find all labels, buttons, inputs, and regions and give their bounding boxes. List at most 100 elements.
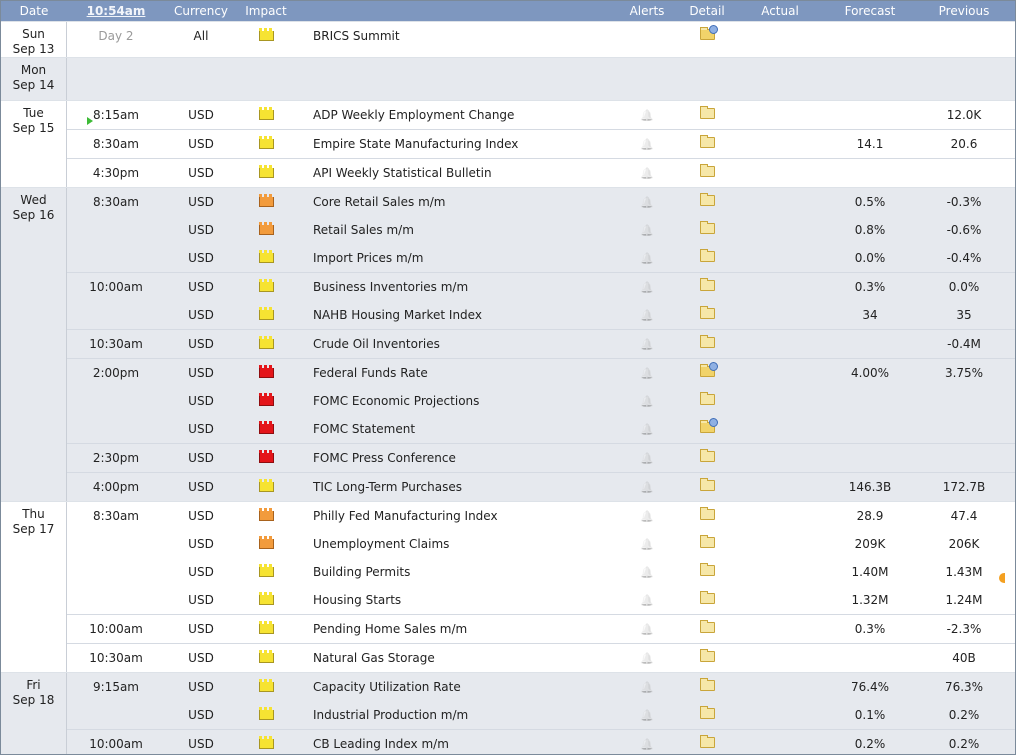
bell-icon[interactable]: 🔔 [640,511,654,522]
bell-icon[interactable]: 🔔 [640,368,654,379]
table-row[interactable]: 10:30am USD Natural Gas Storage 🔔 40B [67,643,1015,672]
folder-icon[interactable] [699,193,715,209]
folder-icon[interactable] [699,449,715,465]
folder-icon[interactable] [699,678,715,694]
impact-medium-icon[interactable] [258,222,274,235]
impact-medium-icon[interactable] [258,194,274,207]
folder-icon[interactable] [699,563,715,579]
event-title[interactable]: Empire State Manufacturing Index [295,137,615,151]
folder-icon[interactable] [699,706,715,722]
bell-icon[interactable]: 🔔 [640,710,654,721]
impact-low-icon[interactable] [258,279,274,292]
table-row[interactable]: USD FOMC Economic Projections 🔔 [67,387,1015,415]
folder-icon[interactable] [699,306,715,322]
event-title[interactable]: Retail Sales m/m [295,223,615,237]
folder-icon[interactable] [699,535,715,551]
revised-indicator-icon[interactable] [999,573,1005,583]
impact-high-icon[interactable] [258,365,274,378]
table-row[interactable]: USD NAHB Housing Market Index 🔔 34 35 [67,301,1015,329]
bell-icon[interactable]: 🔔 [640,539,654,550]
folder-icon[interactable] [699,335,715,351]
table-row[interactable]: 9:15am USD Capacity Utilization Rate 🔔 76.4%… [67,673,1015,701]
event-title[interactable]: BRICS Summit [295,29,615,43]
event-title[interactable]: Philly Fed Manufacturing Index [295,509,615,523]
folder-icon[interactable] [699,478,715,494]
impact-low-icon[interactable] [258,107,274,120]
table-row[interactable]: USD Building Permits 🔔 1.40M 1.43M [67,558,1015,586]
event-title[interactable]: TIC Long-Term Purchases [295,480,615,494]
bell-icon[interactable]: 🔔 [640,110,654,121]
bell-icon[interactable]: 🔔 [640,168,654,179]
event-title[interactable]: Unemployment Claims [295,537,615,551]
bell-icon[interactable]: 🔔 [640,253,654,264]
event-title[interactable]: ADP Weekly Employment Change [295,108,615,122]
bell-icon[interactable]: 🔔 [640,739,654,750]
table-row[interactable]: USD FOMC Statement 🔔 [67,415,1015,443]
folder-icon[interactable] [699,164,715,180]
impact-high-icon[interactable] [258,393,274,406]
table-row[interactable]: 8:15am USD ADP Weekly Employment Change 🔔 12… [67,101,1015,129]
table-row[interactable]: USD Industrial Production m/m 🔔 0.1% 0.2% [67,701,1015,729]
folder-icon[interactable] [699,278,715,294]
bell-icon[interactable]: 🔔 [640,567,654,578]
header-current-time[interactable]: 10:54am [67,4,165,18]
impact-low-icon[interactable] [258,650,274,663]
table-row[interactable]: USD Unemployment Claims 🔔 209K 206K [67,530,1015,558]
detail-link-icon[interactable] [699,25,718,43]
bell-icon[interactable]: 🔔 [640,310,654,321]
folder-icon[interactable] [699,620,715,636]
impact-low-icon[interactable] [258,479,274,492]
table-row[interactable]: 2:00pm USD Federal Funds Rate 🔔 4.00% 3.75% [67,358,1015,387]
folder-icon[interactable] [699,221,715,237]
event-title[interactable]: API Weekly Statistical Bulletin [295,166,615,180]
folder-icon[interactable] [699,106,715,122]
event-title[interactable]: FOMC Press Conference [295,451,615,465]
bell-icon[interactable]: 🔔 [640,396,654,407]
event-title[interactable]: Core Retail Sales m/m [295,195,615,209]
table-row[interactable]: 4:30pm USD API Weekly Statistical Bulletin… [67,158,1015,187]
table-row[interactable]: USD Retail Sales m/m 🔔 0.8% -0.6% [67,216,1015,244]
impact-high-icon[interactable] [258,450,274,463]
event-title[interactable]: Pending Home Sales m/m [295,622,615,636]
impact-medium-icon[interactable] [258,508,274,521]
impact-low-icon[interactable] [258,28,274,41]
bell-icon[interactable]: 🔔 [640,653,654,664]
table-row[interactable]: 4:00pm USD TIC Long-Term Purchases 🔔 146.3B 1… [67,472,1015,501]
impact-high-icon[interactable] [258,421,274,434]
folder-icon[interactable] [699,135,715,151]
event-title[interactable]: Crude Oil Inventories [295,337,615,351]
event-title[interactable]: Capacity Utilization Rate [295,680,615,694]
table-row[interactable]: 8:30am USD Philly Fed Manufacturing Index 🔔… [67,502,1015,530]
event-title[interactable]: Building Permits [295,565,615,579]
bell-icon[interactable]: 🔔 [640,453,654,464]
table-row[interactable]: 8:30am USD Core Retail Sales m/m 🔔 0.5% -0.3% [67,188,1015,216]
bell-icon[interactable]: 🔔 [640,624,654,635]
event-title[interactable]: Business Inventories m/m [295,280,615,294]
bell-icon[interactable]: 🔔 [640,682,654,693]
table-row[interactable]: 10:30am USD Crude Oil Inventories 🔔 -0.4M [67,329,1015,358]
event-title[interactable]: Housing Starts [295,593,615,607]
event-title[interactable]: CB Leading Index m/m [295,737,615,751]
event-title[interactable]: Import Prices m/m [295,251,615,265]
impact-low-icon[interactable] [258,592,274,605]
impact-medium-icon[interactable] [258,536,274,549]
event-title[interactable]: Natural Gas Storage [295,651,615,665]
impact-low-icon[interactable] [258,707,274,720]
bell-icon[interactable]: 🔔 [640,482,654,493]
impact-low-icon[interactable] [258,136,274,149]
impact-low-icon[interactable] [258,336,274,349]
folder-icon[interactable] [699,591,715,607]
detail-link-icon[interactable] [699,362,718,380]
impact-low-icon[interactable] [258,250,274,263]
event-title[interactable]: Industrial Production m/m [295,708,615,722]
folder-icon[interactable] [699,649,715,665]
table-row[interactable]: Day 2 All BRICS Summit [67,22,1015,50]
event-title[interactable]: Federal Funds Rate [295,366,615,380]
impact-low-icon[interactable] [258,564,274,577]
impact-low-icon[interactable] [258,307,274,320]
table-row[interactable]: 8:30am USD Empire State Manufacturing Inde… [67,129,1015,158]
table-row[interactable]: USD Import Prices m/m 🔔 0.0% -0.4% [67,244,1015,272]
folder-icon[interactable] [699,507,715,523]
bell-icon[interactable]: 🔔 [640,339,654,350]
table-row[interactable]: USD Housing Starts 🔔 1.32M 1.24M [67,586,1015,614]
